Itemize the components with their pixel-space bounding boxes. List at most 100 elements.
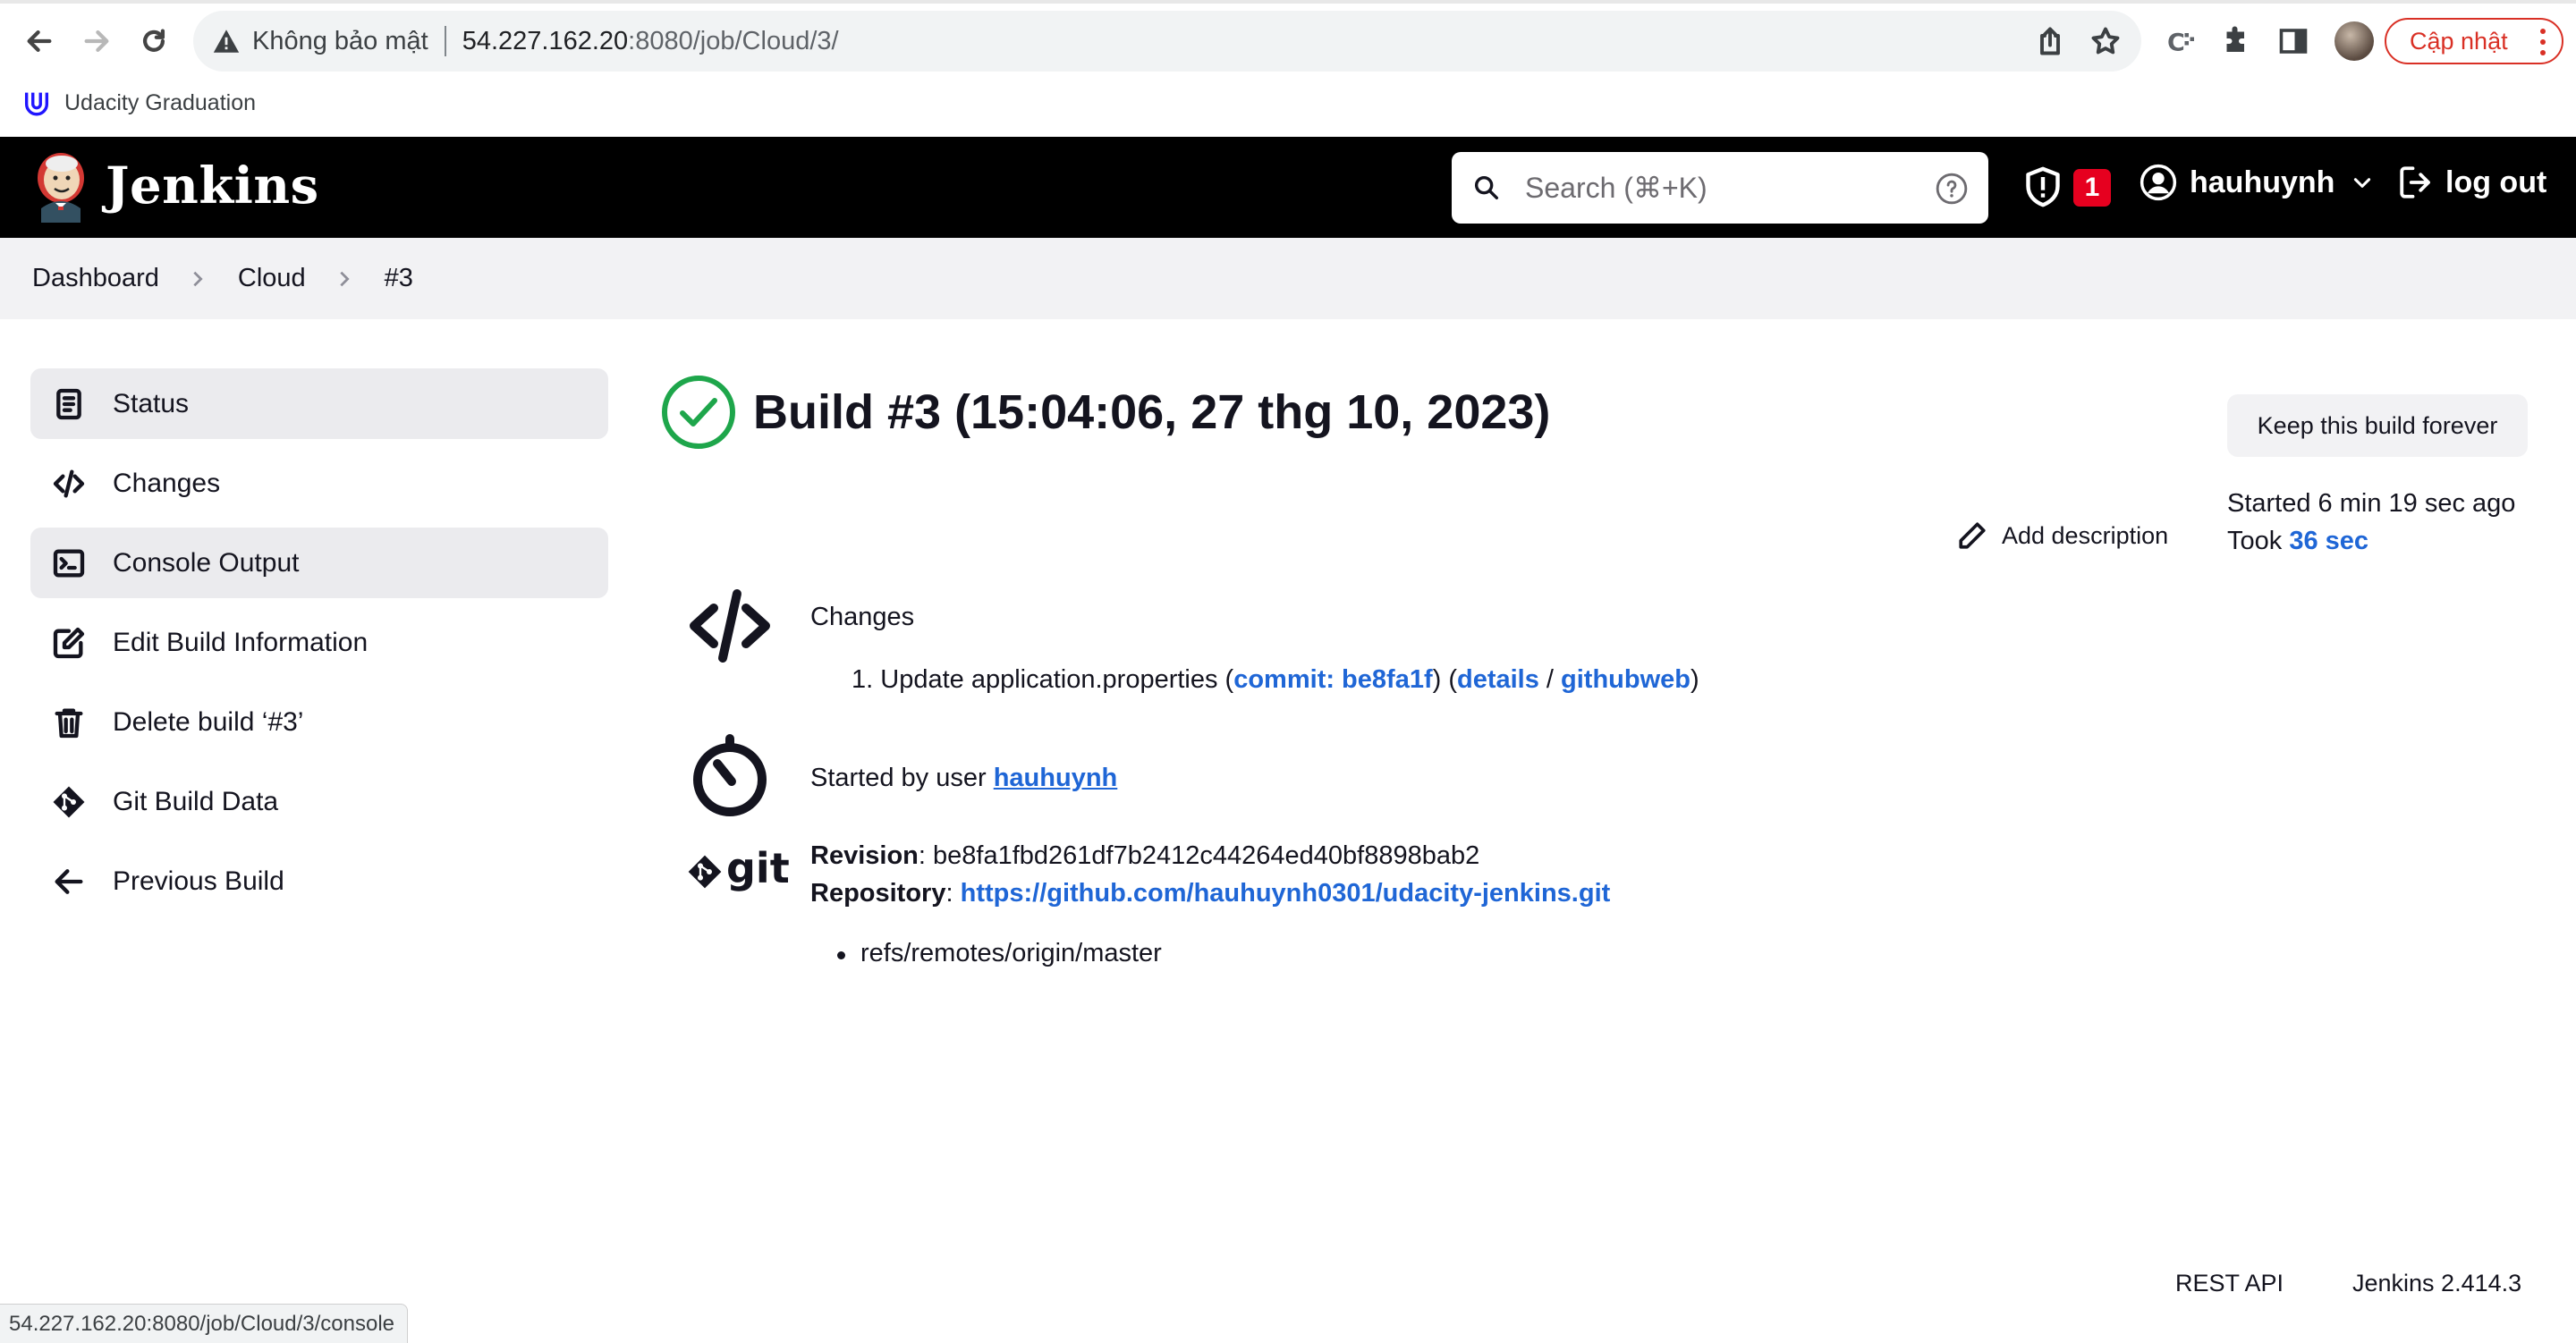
jenkins-version-link[interactable]: Jenkins 2.414.3: [2352, 1270, 2521, 1297]
search-box[interactable]: [1452, 152, 1988, 224]
sidebar: Status Changes Console Output Edit Build…: [30, 368, 608, 925]
security-status: Không bảo mật: [252, 26, 428, 55]
security-badge[interactable]: 1: [2073, 169, 2111, 207]
chevron-down-icon: [2354, 178, 2371, 188]
sidebar-item-label: Previous Build: [113, 866, 284, 896]
sidebar-item-edit-build-information[interactable]: Edit Build Information: [30, 607, 608, 678]
terminal-icon: [50, 545, 88, 582]
repository-row: Repository: https://github.com/hauhuynh0…: [810, 879, 1611, 908]
url-host: 54.227.162.20: [462, 26, 629, 55]
changes-heading: Changes: [810, 603, 915, 631]
user-menu[interactable]: hauhuynh: [2140, 164, 2374, 201]
change-message: Update application.properties: [880, 665, 1218, 694]
code-icon: [50, 465, 88, 503]
sidebar-item-git-build-data[interactable]: Git Build Data: [30, 766, 608, 837]
edit-icon: [50, 624, 88, 662]
chevron-right-icon: [335, 269, 354, 289]
back-button[interactable]: [18, 20, 61, 63]
chevron-right-icon: [188, 269, 208, 289]
puzzle-icon[interactable]: [2218, 23, 2254, 59]
arrow-left-icon: [27, 30, 52, 53]
sidebar-item-label: Edit Build Information: [113, 627, 369, 657]
git-logo: git: [687, 844, 790, 892]
timer-icon: [687, 733, 773, 819]
pencil-icon: [1959, 522, 1986, 549]
trash-icon: [50, 704, 88, 741]
breadcrumb-cloud[interactable]: Cloud: [238, 264, 306, 293]
rest-api-link[interactable]: REST API: [2175, 1270, 2284, 1297]
forward-button[interactable]: [75, 20, 118, 63]
arrow-left-icon: [50, 863, 88, 900]
page-title: Build #3 (15:04:06, 27 thg 10, 2023): [753, 385, 1551, 439]
svg-text:C: C: [2167, 30, 2185, 57]
add-description-button[interactable]: Add description: [1957, 520, 2168, 551]
url-text[interactable]: 54.227.162.20:8080/job/Cloud/3/: [462, 27, 839, 56]
git-icon: [50, 783, 88, 821]
url-path: :8080/job/Cloud/3/: [628, 26, 839, 55]
reload-button[interactable]: [132, 20, 175, 63]
sidebar-item-label: Delete build ‘#3’: [113, 706, 304, 737]
logout-link[interactable]: log out: [2397, 164, 2546, 201]
jenkins-header: Jenkins 1 hauhuynh: [0, 137, 2576, 238]
breadcrumb-build[interactable]: #3: [385, 264, 413, 293]
started-by: Started by user hauhuynh: [810, 764, 1117, 793]
sidebar-item-status[interactable]: Status: [30, 368, 608, 439]
sidebar-item-console-output[interactable]: Console Output: [30, 528, 608, 598]
sidepanel-icon[interactable]: [2275, 23, 2311, 59]
details-link[interactable]: details: [1457, 665, 1539, 694]
sidebar-item-previous-build[interactable]: Previous Build: [30, 846, 608, 916]
warning-icon: [213, 30, 240, 53]
browser-chrome: Không bảo mật 54.227.162.20:8080/job/Clo…: [0, 0, 2576, 137]
git-revision-block: Revision: be8fa1fbd261df7b2412c44264ed40…: [810, 837, 1610, 912]
change-index: 1.: [852, 665, 874, 694]
update-label: Cập nhật: [2410, 27, 2508, 55]
revision-row: Revision: be8fa1fbd261df7b2412c44264ed40…: [810, 841, 1480, 870]
update-button[interactable]: Cập nhật: [2385, 18, 2563, 64]
duration-link[interactable]: 36 sec: [2289, 527, 2368, 555]
sidebar-item-delete-build[interactable]: Delete build ‘#3’: [30, 687, 608, 757]
changes-code-icon: [687, 583, 773, 669]
took-label: Took: [2227, 527, 2290, 555]
success-check-icon: [662, 376, 735, 449]
sidebar-item-label: Console Output: [113, 547, 300, 578]
jenkins-title[interactable]: Jenkins: [106, 156, 319, 215]
kebab-menu-icon: [2540, 29, 2546, 55]
status-icon: [50, 385, 88, 423]
help-icon[interactable]: [1935, 172, 1969, 206]
extension-c-icon[interactable]: C: [2163, 23, 2199, 59]
breadcrumb-dashboard[interactable]: Dashboard: [32, 264, 159, 293]
arrow-right-icon: [84, 30, 109, 53]
address-bar[interactable]: Không bảo mật 54.227.162.20:8080/job/Clo…: [193, 11, 2141, 72]
repository-link[interactable]: https://github.com/hauhuynh0301/udacity-…: [961, 879, 1611, 908]
branch-item: refs/remotes/origin/master: [837, 939, 1162, 967]
keep-build-forever-button[interactable]: Keep this build forever: [2227, 394, 2528, 457]
started-by-label: Started by user: [810, 764, 994, 792]
sidebar-item-changes[interactable]: Changes: [30, 448, 608, 519]
user-name: hauhuynh: [2190, 165, 2335, 199]
commit-link[interactable]: commit: be8fa1f: [1233, 665, 1432, 694]
bookmark-label: Udacity Graduation: [64, 89, 257, 115]
jenkins-butler-logo[interactable]: [32, 151, 89, 223]
udacity-icon: [24, 92, 49, 116]
add-description-label: Add description: [2002, 521, 2169, 549]
build-meta: Started 6 min 19 sec ago Took 36 sec: [2227, 485, 2515, 560]
build-duration: Took 36 sec: [2227, 522, 2515, 560]
sidebar-item-label: Changes: [113, 468, 221, 498]
sidebar-item-label: Git Build Data: [113, 786, 279, 816]
share-icon[interactable]: [2034, 25, 2066, 57]
omnibox-divider: [444, 26, 446, 56]
profile-avatar[interactable]: [2334, 21, 2374, 61]
sidebar-item-label: Status: [113, 388, 190, 418]
githubweb-link[interactable]: githubweb: [1561, 665, 1690, 694]
started-by-user-link[interactable]: hauhuynh: [994, 764, 1118, 792]
user-icon: [2140, 164, 2177, 201]
reload-icon: [142, 29, 165, 52]
security-shield-icon[interactable]: [2023, 165, 2063, 208]
browser-status-bar: 54.227.162.20:8080/job/Cloud/3/console: [0, 1304, 409, 1343]
revision-value: be8fa1fbd261df7b2412c44264ed40bf8898bab2: [933, 841, 1480, 870]
started-ago: Started 6 min 19 sec ago: [2227, 489, 2516, 518]
search-icon: [1474, 175, 1499, 200]
bookmark-udacity[interactable]: Udacity Graduation: [21, 88, 256, 118]
search-input[interactable]: [1525, 171, 1901, 205]
bookmark-star-icon[interactable]: [2089, 25, 2122, 57]
